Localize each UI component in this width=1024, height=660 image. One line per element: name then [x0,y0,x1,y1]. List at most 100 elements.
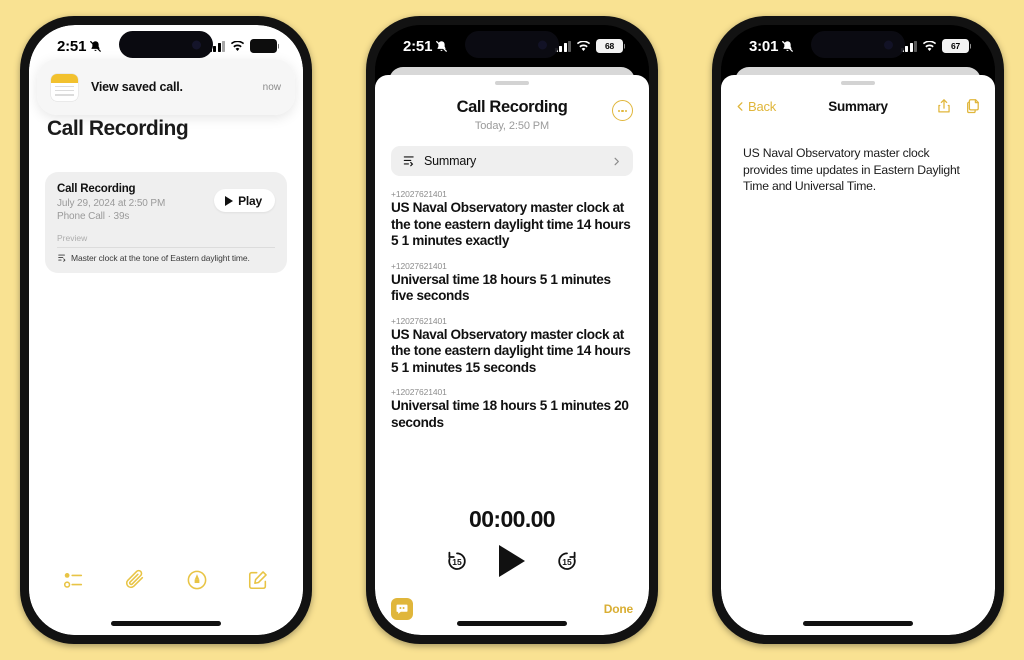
skip-back-label: 15 [452,556,462,567]
skip-forward-15-icon[interactable]: 15 [555,549,579,573]
notification-banner[interactable]: View saved call. now [37,59,295,115]
done-button[interactable]: Done [604,602,633,616]
wifi-icon [576,40,591,51]
status-time: 3:01 [749,38,794,55]
summary-row[interactable]: Summary [391,146,633,177]
status-indicators: 67 [900,38,969,54]
home-indicator [457,621,567,626]
status-time-label: 3:01 [749,37,779,55]
transcript-text: Universal time 18 hours 5 1 minutes 20 s… [391,398,629,430]
preview-divider [57,247,275,248]
front-camera [538,40,547,49]
bell-slash-icon [90,40,102,52]
battery-indicator: 68 [596,38,623,54]
preview-text: Master clock at the tone of Eastern dayl… [71,252,250,263]
transcript-item: +12027621401 Universal time 18 hours 5 1… [391,261,633,305]
screenshot-stage: 2:51 68 Call Recording View saved call. … [0,0,1024,660]
battery-level-label: 67 [950,41,961,51]
transcript-text: US Naval Observatory master clock at the… [391,200,631,249]
markup-pen-icon[interactable] [186,569,208,591]
bell-slash-icon [436,40,448,52]
checklist-icon[interactable] [63,569,85,591]
status-time: 2:51 [403,38,448,55]
notes-content: Call Recording View saved call. now Call… [29,59,303,635]
sheet-grabber[interactable] [841,81,875,86]
recording-meta: Phone Call · 39s [57,211,130,222]
transcript-speaker: +12027621401 [391,189,447,200]
skip-back-15-icon[interactable]: 15 [445,549,469,573]
wifi-icon [230,40,245,51]
playback-controls: 15 15 [375,545,649,577]
notification-timestamp: now [262,81,281,93]
transcript-item: +12027621401 Universal time 18 hours 5 1… [391,387,633,431]
summary-label: Summary [424,154,477,169]
home-indicator [111,621,221,626]
bell-slash-icon [782,40,794,52]
page-title: Call Recording [47,117,189,140]
notification-message: View saved call. [91,80,183,94]
call-recording-card[interactable]: Call Recording July 29, 2024 at 2:50 PM … [45,172,287,273]
transcript-text: US Naval Observatory master clock at the… [391,326,631,375]
phone-3-bezel: 3:01 67 Back Summary US Naval Observator… [721,25,995,635]
transcript-list[interactable]: +12027621401 US Naval Observatory master… [391,176,633,506]
transcript-bubble-icon[interactable] [391,598,413,620]
phone-2-bezel: 2:51 68 Call Recording Today, 2:50 PM Su… [375,25,649,635]
sheet-footer: Done [375,583,649,635]
back-button[interactable]: Back [735,99,776,114]
status-indicators: 68 [554,38,623,54]
phone-1-screen: 2:51 68 Call Recording View saved call. … [29,25,303,635]
phone-2-status-bar: 2:51 68 [375,25,649,67]
sheet-title: Call Recording [456,98,568,117]
battery-indicator: 68 [250,38,277,54]
front-camera [884,40,893,49]
summary-text: US Naval Observatory master clock provid… [743,146,960,194]
more-circle-icon[interactable] [612,100,633,122]
transcript-fade [391,470,633,506]
speech-quote-glyph [396,604,408,614]
play-icon[interactable] [499,545,525,577]
battery-level-label: 68 [258,41,269,51]
chevron-right-icon [614,157,619,166]
transcript-item: +12027621401 US Naval Observatory master… [391,189,633,250]
copy-icon[interactable] [965,97,981,115]
sheet-header: Call Recording Today, 2:50 PM [375,85,649,132]
status-indicators: 68 [208,38,277,54]
back-button-label: Back [748,98,777,114]
transcript-item: +12027621401 US Naval Observatory master… [391,316,633,377]
phone-1-status-bar: 2:51 68 [29,25,303,67]
transcript-speaker: +12027621401 [391,260,447,271]
phone-2-frame: 2:51 68 Call Recording Today, 2:50 PM Su… [366,16,658,644]
battery-level-label: 68 [604,41,615,51]
playback-time: 00:00.00 [469,506,556,532]
chevron-left-icon [737,102,743,111]
wifi-icon [922,40,937,51]
phone-3-screen: 3:01 67 Back Summary US Naval Observator… [721,25,995,635]
preview-label: Preview [57,233,88,243]
phone-3-frame: 3:01 67 Back Summary US Naval Observator… [712,16,1004,644]
status-time: 2:51 [57,38,102,55]
home-indicator [803,621,913,626]
front-camera [192,40,201,49]
phone-1-bezel: 2:51 68 Call Recording View saved call. … [29,25,303,635]
call-recording-sheet: Call Recording Today, 2:50 PM Summary +1… [375,75,649,635]
transcript-text: Universal time 18 hours 5 1 minutes five… [391,271,611,304]
status-time-label: 2:51 [403,37,433,55]
transcript-speaker: +12027621401 [391,315,447,326]
summary-lines-icon [403,156,414,167]
play-button[interactable]: Play [214,189,275,212]
navigation-bar: Back Summary [721,89,995,123]
play-button-label: Play [238,193,262,208]
dynamic-island [811,31,905,58]
transcript-speaker: +12027621401 [391,387,447,398]
notes-toolbar [29,559,303,601]
share-icon[interactable] [936,97,952,115]
dynamic-island [465,31,559,58]
battery-indicator: 67 [942,38,969,54]
preview-row: Master clock at the tone of Eastern dayl… [57,253,275,263]
sheet-date: Today, 2:50 PM [474,120,550,133]
sheet-container: Back Summary US Naval Observatory master… [721,67,995,635]
phone-3-status-bar: 3:01 67 [721,25,995,67]
attachment-icon[interactable] [124,569,146,591]
phone-1-frame: 2:51 68 Call Recording View saved call. … [20,16,312,644]
compose-icon[interactable] [247,569,269,591]
